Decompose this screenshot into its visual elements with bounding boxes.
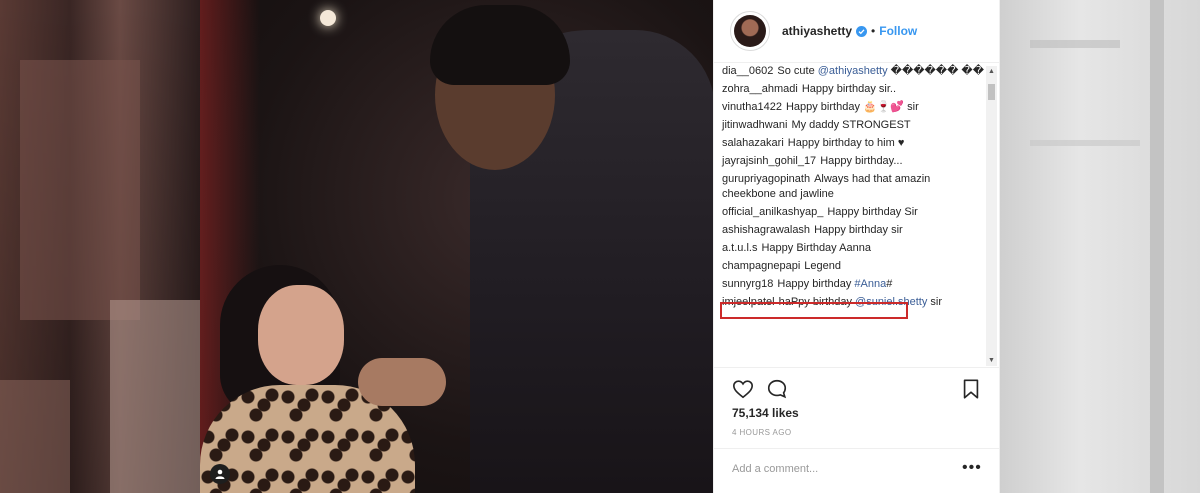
comment-text: Happy birthday sir.. bbox=[801, 83, 896, 95]
comment-item: jayrajsinh_gohil_17 Happy birthday... bbox=[722, 154, 984, 169]
comment-text: Happy birthday to him ♥ bbox=[787, 137, 905, 149]
comment-mention[interactable]: @athiyashetty bbox=[818, 65, 888, 77]
user-tag-icon[interactable] bbox=[210, 464, 230, 484]
post-photo[interactable] bbox=[200, 0, 713, 493]
scroll-thumb[interactable] bbox=[988, 84, 995, 100]
blur-shape bbox=[1030, 40, 1120, 48]
comment-text: My daddy STRONGEST bbox=[791, 119, 911, 131]
add-comment-input[interactable]: Add a comment... bbox=[732, 463, 818, 475]
likes-count[interactable]: 75,134 likes bbox=[732, 406, 799, 420]
comments-scrollbar[interactable]: ▲ ▼ bbox=[986, 66, 997, 366]
comment-text-tail: sir bbox=[927, 296, 943, 308]
post-actions bbox=[714, 367, 999, 406]
follow-button[interactable]: Follow bbox=[879, 24, 917, 38]
comment-username[interactable]: sunnyrg18 bbox=[722, 278, 773, 290]
comment-text: Happy birthday 🎂🍷💕 sir bbox=[785, 101, 919, 113]
comment-text: Legend bbox=[804, 260, 842, 272]
blur-shape bbox=[0, 380, 70, 493]
separator-dot: • bbox=[871, 24, 876, 38]
comment-item: official_anilkashyap_ Happy birthday Sir bbox=[722, 205, 984, 220]
photo-hand bbox=[358, 358, 446, 406]
avatar[interactable] bbox=[730, 11, 770, 51]
comment-icon[interactable] bbox=[766, 378, 788, 400]
photo-girl-face bbox=[258, 285, 344, 385]
comment-text-tail: # bbox=[886, 278, 893, 290]
blur-shape bbox=[20, 60, 140, 320]
blurred-background-left bbox=[0, 0, 200, 493]
comment-username[interactable]: zohra__ahmadi bbox=[722, 83, 798, 95]
comment-text: Happy birthday Sir bbox=[827, 206, 918, 218]
more-options-icon[interactable]: ••• bbox=[962, 459, 982, 477]
username-link[interactable]: athiyashetty bbox=[782, 24, 852, 38]
blur-shape bbox=[110, 300, 200, 493]
blur-shape bbox=[1030, 140, 1140, 146]
post-timestamp: 4 HOURS AGO bbox=[732, 428, 792, 437]
comment-hashtag[interactable]: #Anna bbox=[854, 278, 886, 290]
comment-username[interactable]: jayrajsinh_gohil_17 bbox=[722, 155, 816, 167]
comment-text-tail: ������ �� bbox=[887, 65, 984, 77]
avatar-image bbox=[734, 15, 766, 47]
blurred-background-right bbox=[1000, 0, 1200, 493]
photo-man-hair bbox=[430, 5, 570, 85]
post-side-panel: athiyashetty • Follow dia__0602 So cute @… bbox=[713, 0, 1000, 493]
highlight-annotation-box bbox=[720, 302, 908, 319]
comment-username[interactable]: a.t.u.l.s bbox=[722, 242, 757, 254]
comment-text: Happy Birthday Aanna bbox=[761, 242, 871, 254]
comment-item-highlighted: champagnepapi Legend bbox=[722, 259, 984, 274]
comment-list: dia__0602 So cute @athiyashetty ������ ��… bbox=[722, 64, 984, 313]
comment-item: jitinwadhwani My daddy STRONGEST bbox=[722, 118, 984, 133]
comment-username[interactable]: dia__0602 bbox=[722, 65, 773, 77]
comment-text: So cute bbox=[777, 65, 818, 77]
comment-username[interactable]: vinutha1422 bbox=[722, 101, 782, 113]
heart-icon[interactable] bbox=[732, 378, 754, 400]
comment-text: Happy birthday... bbox=[820, 155, 903, 167]
comment-item: ashishagrawalash Happy birthday sir bbox=[722, 223, 984, 238]
comment-username[interactable]: ashishagrawalash bbox=[722, 224, 810, 236]
comment-section[interactable]: dia__0602 So cute @athiyashetty ������ ��… bbox=[714, 62, 999, 367]
comment-username[interactable]: salahazakari bbox=[722, 137, 784, 149]
comment-item: dia__0602 So cute @athiyashetty ������ �� bbox=[722, 64, 984, 79]
comment-text: Happy birthday sir bbox=[814, 224, 903, 236]
verified-badge-icon bbox=[856, 25, 868, 37]
comment-username[interactable]: gurupriyagopinath bbox=[722, 173, 810, 185]
comment-item: salahazakari Happy birthday to him ♥ bbox=[722, 136, 984, 151]
photo-lamp bbox=[320, 10, 336, 26]
comment-item: sunnyrg18 Happy birthday #Anna# bbox=[722, 277, 984, 292]
comment-item: vinutha1422 Happy birthday 🎂🍷💕 sir bbox=[722, 100, 984, 115]
comment-item: gurupriyagopinath Always had that amazin … bbox=[722, 172, 984, 202]
bookmark-icon[interactable] bbox=[960, 378, 982, 400]
post-header: athiyashetty • Follow bbox=[714, 0, 999, 63]
add-comment-bar: Add a comment... ••• bbox=[714, 448, 999, 493]
blur-shape bbox=[1150, 0, 1164, 493]
comment-username[interactable]: official_anilkashyap_ bbox=[722, 206, 823, 218]
comment-item: zohra__ahmadi Happy birthday sir.. bbox=[722, 82, 984, 97]
scroll-up-arrow-icon[interactable]: ▲ bbox=[986, 66, 997, 77]
scroll-down-arrow-icon[interactable]: ▼ bbox=[986, 355, 997, 366]
comment-username[interactable]: champagnepapi bbox=[722, 260, 800, 272]
comment-text: Happy birthday bbox=[777, 278, 855, 290]
comment-item: a.t.u.l.s Happy Birthday Aanna bbox=[722, 241, 984, 256]
comment-username[interactable]: jitinwadhwani bbox=[722, 119, 787, 131]
